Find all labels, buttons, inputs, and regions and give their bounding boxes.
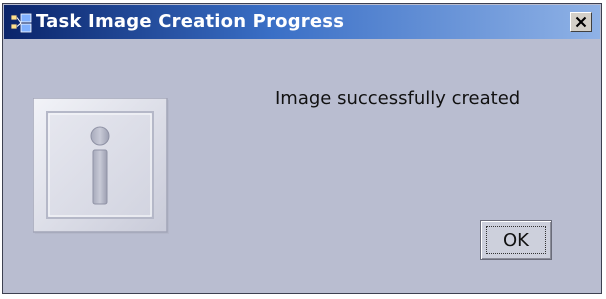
ok-button[interactable]: OK <box>480 220 552 260</box>
title-bar[interactable]: Task Image Creation Progress <box>4 5 600 39</box>
status-message: Image successfully created <box>275 88 521 109</box>
info-icon <box>32 97 173 238</box>
dialog-window: Task Image Creation Progress Image succe… <box>2 3 602 294</box>
close-button[interactable] <box>570 12 592 32</box>
network-computers-icon <box>10 13 32 33</box>
ok-button-label: OK <box>503 230 529 251</box>
window-title: Task Image Creation Progress <box>36 11 345 32</box>
